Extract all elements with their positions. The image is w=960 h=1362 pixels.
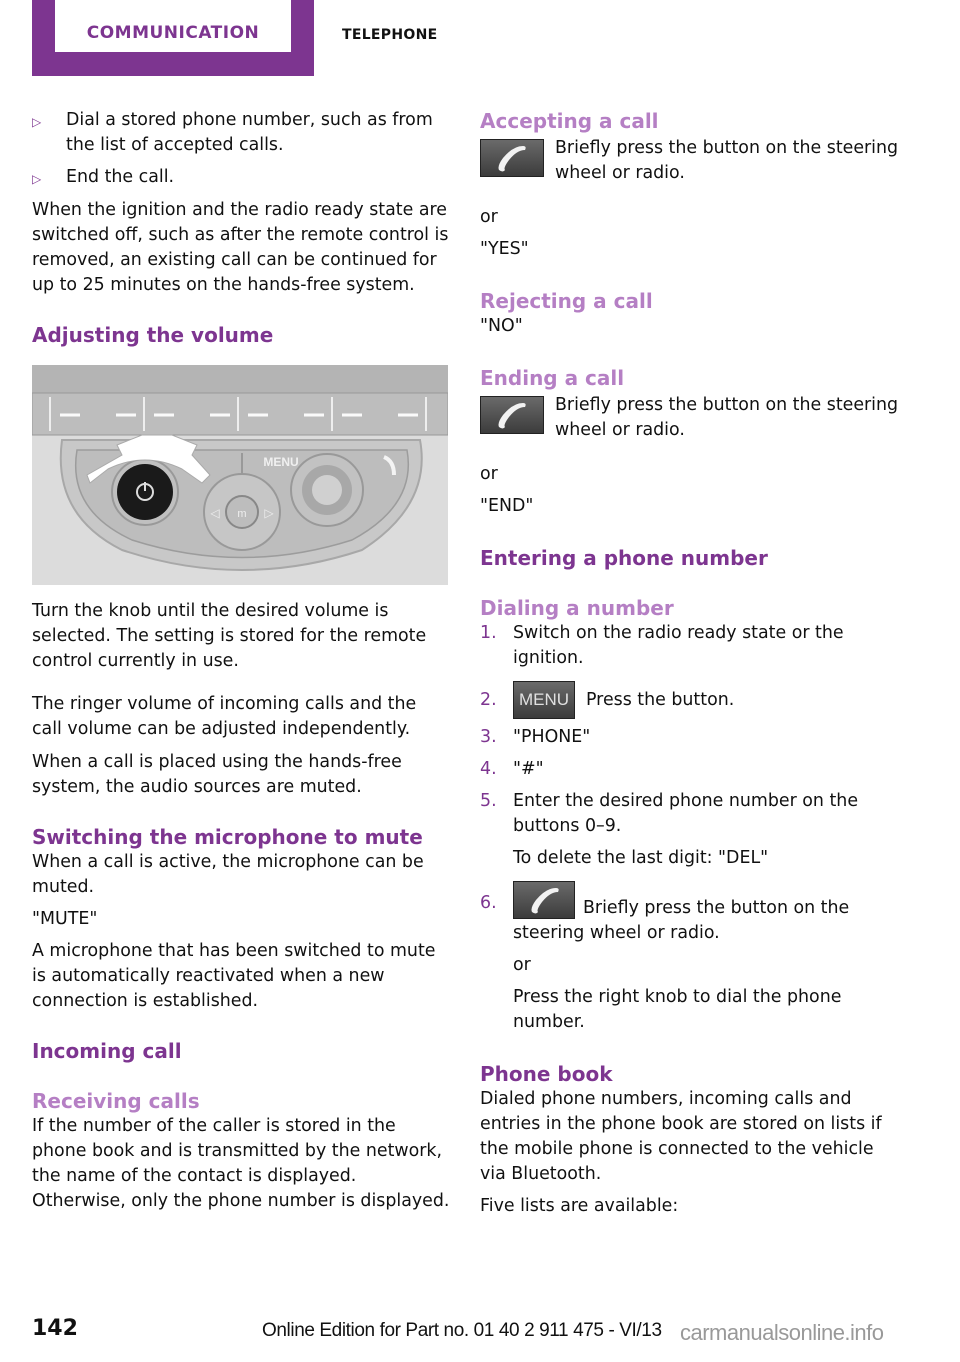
or-text: or <box>480 464 498 484</box>
step-item: 5. Enter the desired phone number on the… <box>480 791 859 868</box>
command-no: "NO" <box>480 316 523 336</box>
command-end: "END" <box>480 496 534 516</box>
paragraph-reactivated: A microphone that has been switched to m… <box>32 941 436 1011</box>
heading-incoming-call: Incoming call <box>32 1039 182 1063</box>
paragraph-knob: Turn the knob until the desired volume i… <box>32 601 427 671</box>
heading-adjusting-volume: Adjusting the volume <box>32 323 274 347</box>
paragraph-ringer: The ringer volume of incoming calls and … <box>32 694 417 739</box>
right-column: Accepting a call Briefly press the butto… <box>480 108 900 1219</box>
bullet-item: ▷ End the call. <box>32 165 450 192</box>
heading-entering-number: Entering a phone number <box>480 546 768 570</box>
or-text: or <box>480 207 498 227</box>
paragraph-muted: When a call is placed using the hands-fr… <box>32 752 402 797</box>
heading-rejecting-call: Rejecting a call <box>480 289 653 313</box>
triangle-bullet-icon: ▷ <box>32 115 42 129</box>
accept-instruction: Briefly press the button on the steering… <box>480 136 900 186</box>
step-item: 2. MENU Press the button. <box>480 681 900 719</box>
heading-ending-call: Ending a call <box>480 366 625 390</box>
heading-accepting-call: Accepting a call <box>480 109 659 133</box>
menu-label: MENU <box>263 455 298 469</box>
triangle-bullet-icon: ▷ <box>32 172 42 186</box>
bullet-item: ▷ Dial a stored phone number, such as fr… <box>32 108 450 158</box>
page-number: 142 <box>32 1316 78 1341</box>
step-item: 3. "PHONE" <box>480 727 591 747</box>
dialing-steps: 1. Switch on the radio ready state or th… <box>480 621 900 1035</box>
subsection-label: TELEPHONE <box>342 27 438 43</box>
step-item: 6. Briefly press the button on the steer… <box>480 881 900 1035</box>
section-tab-label: COMMUNICATION <box>86 23 260 43</box>
edition-info: Online Edition for Part no. 01 40 2 911 … <box>262 1320 662 1341</box>
step-item: 4. "#" <box>480 759 544 779</box>
radio-panel-illustration: m ◁ ▷ MENU <box>32 365 448 585</box>
phone-button-icon <box>513 881 575 919</box>
command-yes: "YES" <box>480 239 529 259</box>
heading-dialing-number: Dialing a number <box>480 596 674 620</box>
center-button-label: m <box>237 508 246 520</box>
end-instruction: Briefly press the button on the steering… <box>480 393 900 443</box>
phone-button-icon <box>480 396 544 434</box>
radio-panel-figure: m ◁ ▷ MENU <box>32 365 448 585</box>
paragraph-ignition: When the ignition and the radio ready st… <box>32 200 449 295</box>
step-item: 1. Switch on the radio ready state or th… <box>480 623 844 668</box>
heading-mute-microphone: Switching the microphone to mute <box>32 825 423 849</box>
paragraph-mute-active: When a call is active, the microphone ca… <box>32 852 424 897</box>
heading-receiving-calls: Receiving calls <box>32 1089 200 1113</box>
left-column: ▷ Dial a stored phone number, such as fr… <box>32 108 450 1214</box>
heading-phone-book: Phone book <box>480 1062 613 1086</box>
menu-button-icon: MENU <box>513 681 575 719</box>
paragraph-phone-book: Dialed phone numbers, incoming calls and… <box>480 1089 882 1184</box>
section-tab: COMMUNICATION <box>32 0 314 76</box>
phone-button-icon <box>480 139 544 177</box>
paragraph-receiving: If the number of the caller is stored in… <box>32 1116 450 1211</box>
paragraph-five-lists: Five lists are available: <box>480 1196 679 1216</box>
svg-text:▷: ▷ <box>264 506 274 520</box>
svg-text:◁: ◁ <box>209 506 219 520</box>
watermark: carmanualsonline.info <box>680 1320 884 1345</box>
command-mute: "MUTE" <box>32 909 98 929</box>
